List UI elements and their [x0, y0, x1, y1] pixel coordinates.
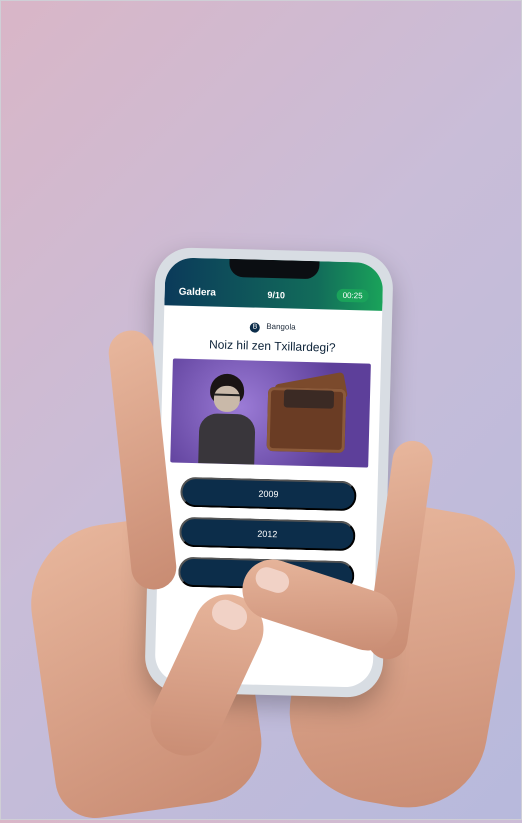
question-text: Noiz hil zen Txillardegi? — [208, 337, 336, 355]
brand: B Bangola — [164, 319, 382, 336]
brand-name: Bangola — [266, 321, 296, 332]
app-title: Galdera — [178, 286, 217, 299]
right-thumb-nail — [252, 564, 292, 596]
timer-badge: 00:25 — [336, 288, 369, 303]
question-image — [170, 358, 371, 468]
answer-button-2[interactable]: 2012 — [179, 516, 356, 552]
answer-button-1[interactable]: 2009 — [180, 476, 357, 512]
portrait — [198, 369, 256, 465]
glasses-icon — [213, 393, 241, 403]
brand-logo-icon: B — [249, 322, 261, 333]
status-center: 9/10 — [267, 289, 286, 301]
portrait-body — [198, 413, 256, 465]
chest-contents — [283, 389, 335, 409]
phone-notch — [229, 258, 320, 280]
